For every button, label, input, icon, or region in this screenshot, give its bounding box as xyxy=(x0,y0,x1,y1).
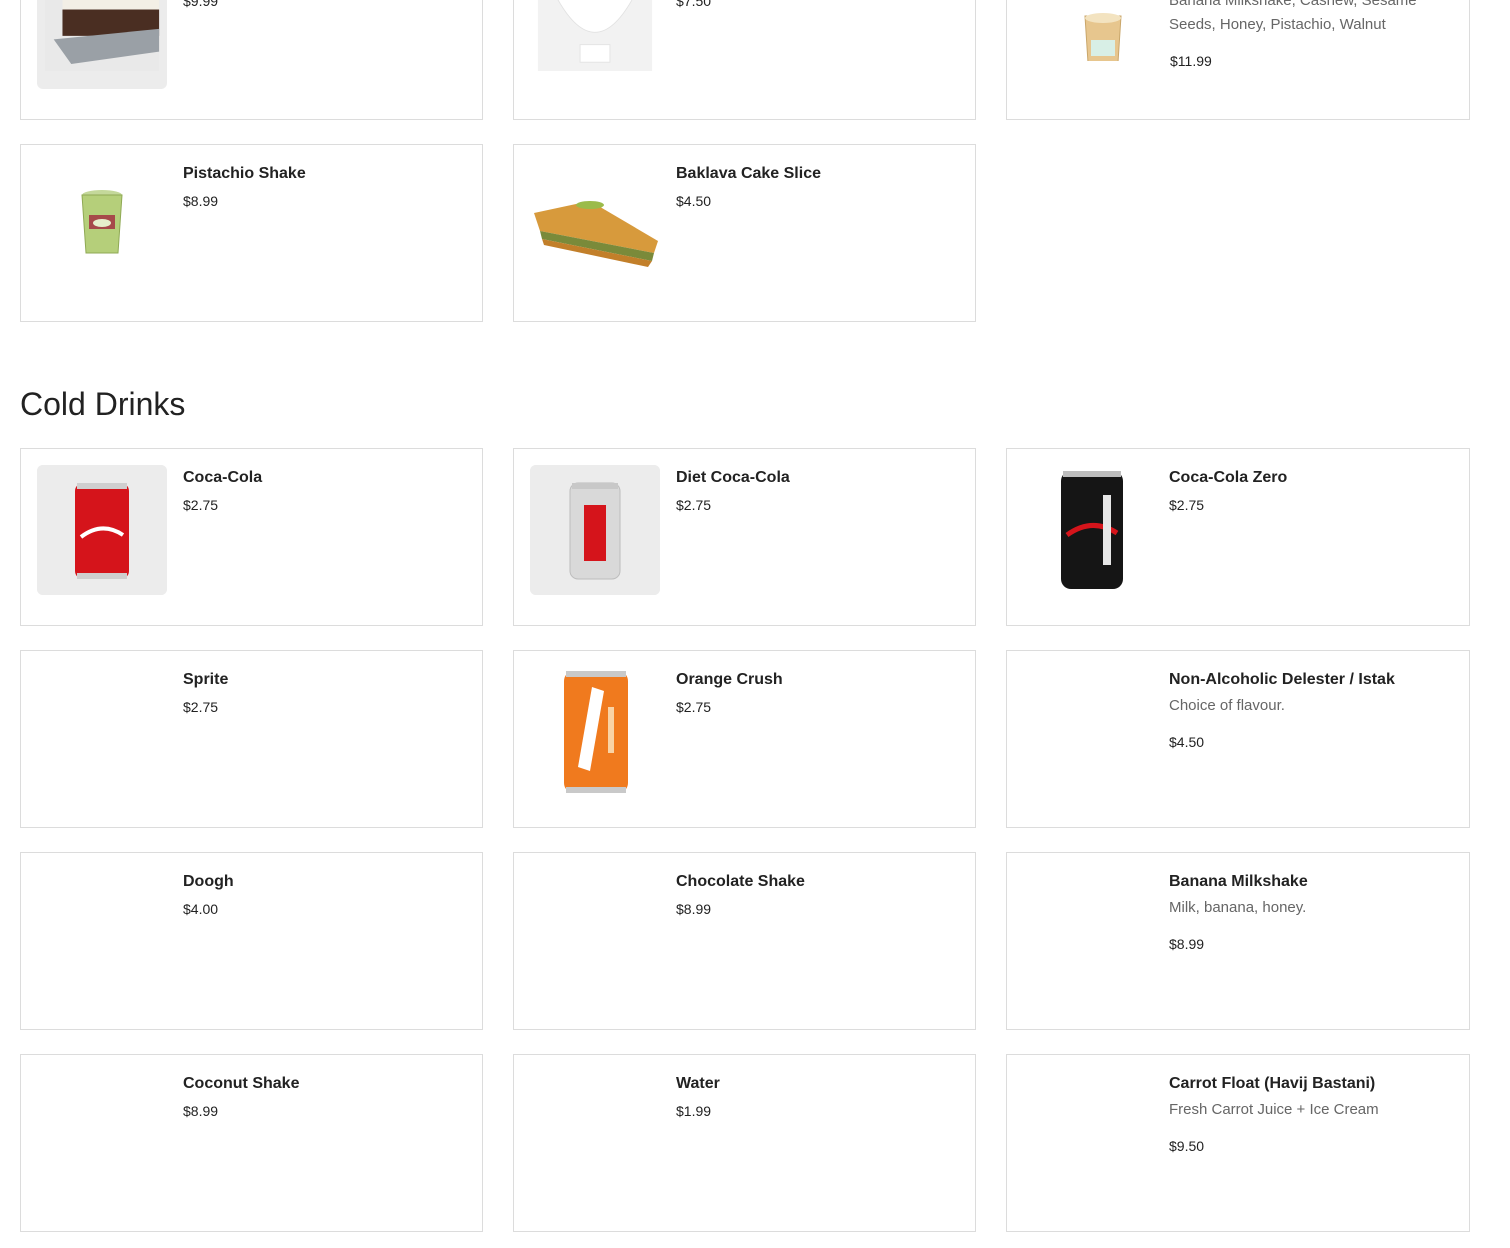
menu-item-card[interactable]: Doogh $4.00 xyxy=(20,852,483,1030)
chocolate-cake-image xyxy=(37,0,167,89)
item-description: Choice of flavour. xyxy=(1169,697,1285,714)
pistachio-shake-image xyxy=(37,161,167,291)
item-name: Sprite xyxy=(183,671,229,688)
pistachio-shake-cup-illustration xyxy=(37,161,167,291)
item-price: $8.99 xyxy=(183,193,219,209)
item-description: Milk, banana, honey. xyxy=(1169,899,1307,916)
coke-zero-can-illustration xyxy=(1023,465,1153,595)
baklava-slice-illustration xyxy=(530,161,660,291)
menu-item-card[interactable]: Coconut Shake $8.99 xyxy=(20,1054,483,1232)
menu-item-card[interactable]: Coca-Cola Zero $2.75 xyxy=(1006,448,1470,626)
item-price: $4.50 xyxy=(1169,734,1205,750)
item-name: Chocolate Shake xyxy=(676,873,805,890)
item-price: $7.50 xyxy=(676,0,712,9)
item-name: Orange Crush xyxy=(676,671,783,688)
cake-slice-illustration xyxy=(44,0,160,71)
menu-item-card[interactable]: Water $1.99 xyxy=(513,1054,976,1232)
menu-item-card[interactable]: Carrot Float (Havij Bastani) Fresh Carro… xyxy=(1006,1054,1470,1232)
item-name: Water xyxy=(676,1075,720,1092)
diet-coke-can-illustration xyxy=(530,465,660,595)
dessert-cup-illustration xyxy=(537,0,653,71)
item-name: Diet Coca-Cola xyxy=(676,469,790,486)
item-name: Baklava Cake Slice xyxy=(676,165,821,182)
menu-item-card[interactable]: $7.50 xyxy=(513,0,976,120)
item-price: $9.99 xyxy=(183,0,219,9)
item-name: Coca-Cola xyxy=(183,469,263,486)
item-price: $4.50 xyxy=(676,193,712,209)
menu-item-card[interactable]: Banana Milkshake Milk, banana, honey. $8… xyxy=(1006,852,1470,1030)
item-price: $4.00 xyxy=(183,901,219,917)
item-price: $8.99 xyxy=(1169,936,1205,952)
item-price: $2.75 xyxy=(1169,497,1205,513)
item-description: Fresh Carrot Juice + Ice Cream xyxy=(1169,1101,1379,1118)
section-title: Cold Drinks xyxy=(20,386,186,422)
item-name: Pistachio Shake xyxy=(183,165,306,182)
item-name: Coca-Cola Zero xyxy=(1169,469,1288,486)
menu-item-card[interactable]: Orange Crush $2.75 xyxy=(513,650,976,828)
coca-cola-image xyxy=(37,465,167,595)
menu-item-card[interactable]: Diet Coca-Cola $2.75 xyxy=(513,448,976,626)
diet-coke-image xyxy=(530,465,660,595)
item-price: $8.99 xyxy=(183,1103,219,1119)
menu-item-card[interactable]: Banana Milkshake, Cashew, Sesame Seeds, … xyxy=(1006,0,1470,120)
item-price: $2.75 xyxy=(183,497,219,513)
coke-zero-image xyxy=(1023,465,1153,595)
item-price: $9.50 xyxy=(1169,1138,1205,1154)
item-price: $11.99 xyxy=(1170,53,1212,69)
item-price: $2.75 xyxy=(676,699,712,715)
item-description: Banana Milkshake, Cashew, Sesame Seeds, … xyxy=(1169,0,1417,33)
item-price: $1.99 xyxy=(676,1103,712,1119)
menu-item-card[interactable]: Chocolate Shake $8.99 xyxy=(513,852,976,1030)
item-name: Non-Alcoholic Delester / Istak xyxy=(1169,671,1395,688)
orange-crush-can-illustration xyxy=(530,667,660,797)
item-price: $2.75 xyxy=(183,699,219,715)
menu-item-card[interactable]: Non-Alcoholic Delester / Istak Choice of… xyxy=(1006,650,1470,828)
menu-item-card[interactable]: Sprite $2.75 xyxy=(20,650,483,828)
coca-cola-can-illustration xyxy=(37,465,167,595)
orange-crush-image xyxy=(530,667,660,797)
item-price: $2.75 xyxy=(676,497,712,513)
item-name: Carrot Float (Havij Bastani) xyxy=(1169,1075,1376,1092)
shake-cup-illustration xyxy=(1023,6,1153,61)
menu-item-card[interactable]: $9.99 xyxy=(20,0,483,120)
menu-item-card[interactable]: Pistachio Shake $8.99 xyxy=(20,144,483,322)
item-name: Coconut Shake xyxy=(183,1075,300,1092)
shake-cup-image xyxy=(1023,0,1153,61)
menu-item-card[interactable]: Coca-Cola $2.75 xyxy=(20,448,483,626)
menu-item-card[interactable]: Baklava Cake Slice $4.50 xyxy=(513,144,976,322)
baklava-image xyxy=(530,161,660,291)
item-price: $8.99 xyxy=(676,901,712,917)
dessert-cup-image xyxy=(530,0,660,89)
item-name: Banana Milkshake xyxy=(1169,873,1308,890)
item-name: Doogh xyxy=(183,873,234,890)
